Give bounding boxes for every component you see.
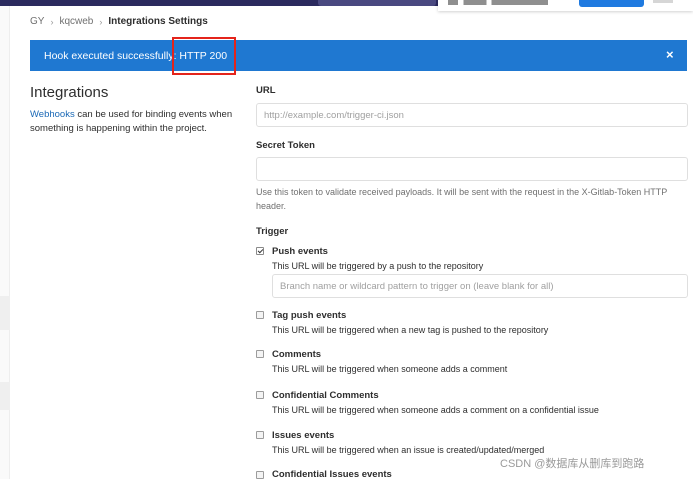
tag-push-events-title: Tag push events (272, 310, 347, 321)
push-events-title: Push events (272, 246, 328, 257)
comments-desc: This URL will be triggered when someone … (272, 364, 508, 374)
watermark-text: CSDN @数据库从删库到跑路 (500, 458, 645, 470)
push-events-desc: This URL will be triggered by a push to … (272, 261, 484, 271)
confidential-comments-desc: This URL will be triggered when someone … (272, 405, 599, 415)
left-sidebar (0, 6, 10, 479)
webhooks-link[interactable]: Webhooks (30, 109, 75, 120)
breadcrumb-current[interactable]: Integrations Settings (108, 16, 207, 27)
popup-close[interactable] (653, 0, 673, 3)
flash-message: Hook executed successfully: HTTP 200 (44, 50, 228, 62)
overlay-popup (438, 0, 693, 11)
issues-events-desc: This URL will be triggered when an issue… (272, 445, 545, 455)
url-label: URL (256, 85, 276, 96)
push-branch-filter-input[interactable] (272, 274, 688, 298)
breadcrumb-group[interactable]: GY (30, 16, 44, 27)
confidential-comments-checkbox[interactable] (256, 391, 264, 399)
tag-push-events-desc: This URL will be triggered when a new ta… (272, 325, 549, 335)
secret-token-input[interactable] (256, 157, 688, 181)
tag-push-events-checkbox[interactable] (256, 311, 264, 319)
sidebar-item[interactable] (0, 382, 10, 410)
popup-button[interactable] (579, 0, 644, 7)
close-icon[interactable]: × (666, 48, 674, 62)
flash-notice: Hook executed successfully: HTTP 200 × (30, 40, 687, 71)
comments-title: Comments (272, 349, 322, 360)
confidential-issues-events-title: Confidential Issues events (272, 469, 392, 479)
chevron-right-icon: › (50, 16, 54, 27)
sidebar-item[interactable] (0, 296, 10, 330)
chevron-right-icon: › (99, 16, 103, 27)
secret-token-help: Use this token to validate received payl… (256, 187, 668, 211)
comments-checkbox[interactable] (256, 350, 264, 358)
navbar-search[interactable] (318, 0, 436, 6)
popup-text (448, 0, 576, 5)
breadcrumb-project[interactable]: kqcweb (59, 16, 93, 27)
url-input[interactable] (256, 103, 688, 127)
breadcrumb: GY › kqcweb › Integrations Settings (30, 16, 208, 27)
confidential-issues-events-checkbox[interactable] (256, 471, 264, 479)
section-title: Integrations (30, 84, 109, 101)
secret-token-label: Secret Token (256, 140, 315, 151)
issues-events-title: Issues events (272, 430, 335, 441)
confidential-comments-title: Confidential Comments (272, 390, 379, 401)
issues-events-checkbox[interactable] (256, 431, 264, 439)
push-events-checkbox[interactable] (256, 247, 264, 255)
trigger-label: Trigger (256, 226, 289, 237)
section-description: Webhooks can be used for binding events … (30, 108, 245, 136)
